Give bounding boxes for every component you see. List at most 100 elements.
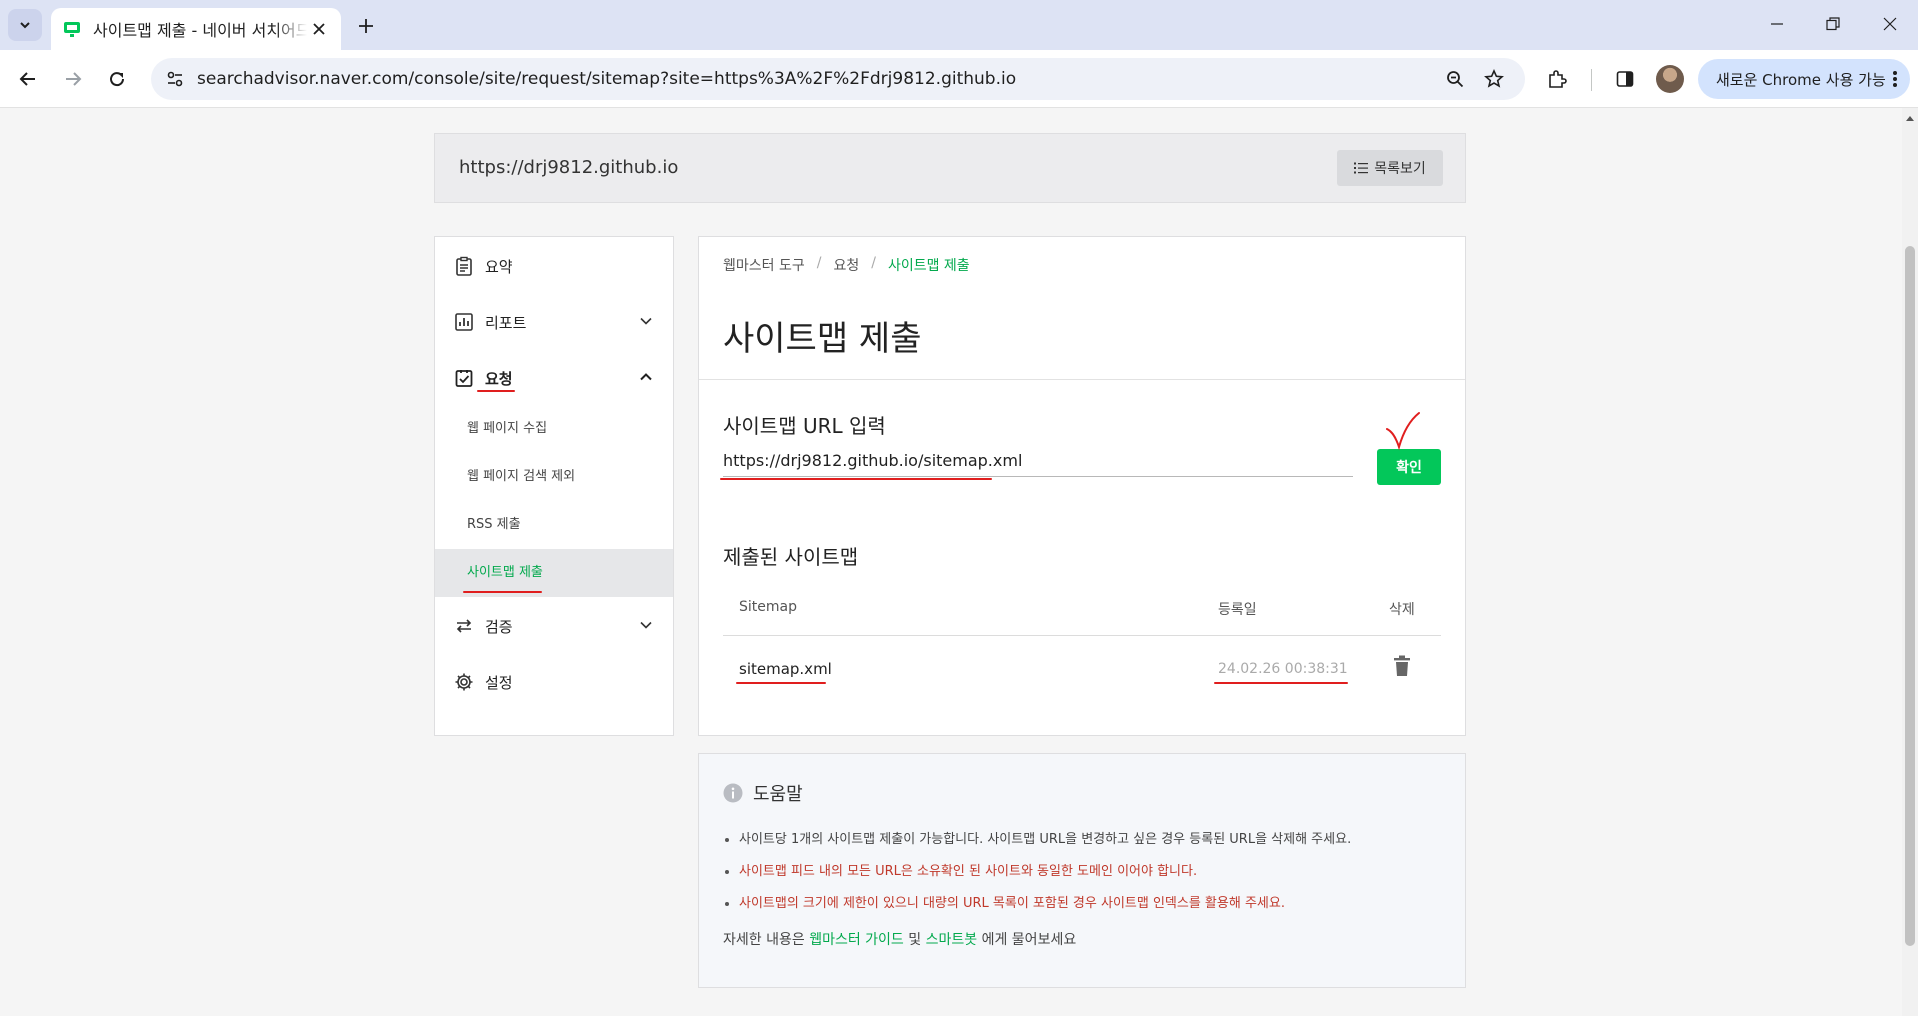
swap-icon (453, 615, 475, 637)
list-icon (1354, 162, 1369, 174)
star-icon (1484, 69, 1504, 88)
webmaster-guide-link[interactable]: 웹마스터 가이드 (809, 932, 904, 948)
column-header-sitemap: Sitemap (739, 599, 797, 615)
confirm-button[interactable]: 확인 (1377, 449, 1441, 485)
sitemap-name-cell: sitemap.xml (739, 660, 832, 678)
profile-avatar[interactable] (1656, 65, 1684, 93)
annotation-checkmark (1386, 412, 1420, 451)
chevron-down-icon (20, 22, 30, 29)
help-item-warning: 사이트맵 피드 내의 모든 URL은 소유확인 된 사이트와 동일한 도메인 이… (723, 856, 1351, 888)
help-more-prefix: 자세한 내용은 (723, 932, 805, 948)
breadcrumb-item[interactable]: 요청 (833, 255, 859, 275)
arrow-right-icon (66, 72, 82, 86)
tab-title: 사이트맵 제출 - 네이버 서치어드바이저 (93, 21, 307, 40)
breadcrumb-separator: / (871, 255, 876, 271)
address-bar[interactable]: searchadvisor.naver.com/console/site/req… (151, 58, 1525, 100)
minimize-icon (1771, 23, 1783, 25)
gear-icon (453, 671, 475, 693)
url-text[interactable]: searchadvisor.naver.com/console/site/req… (197, 58, 1016, 100)
new-tab-button[interactable] (352, 12, 380, 40)
sitemap-url-input[interactable] (723, 445, 1353, 477)
smartbot-link[interactable]: 스마트봇 (926, 932, 978, 948)
help-more: 자세한 내용은 웹마스터 가이드 및 스마트봇 에게 물어보세요 (723, 929, 1076, 949)
reload-icon (110, 72, 125, 87)
chevron-down-icon (640, 317, 652, 325)
info-icon (723, 783, 743, 803)
help-item: 사이트당 1개의 사이트맵 제출이 가능합니다. 사이트맵 URL을 변경하고 … (723, 824, 1351, 856)
site-url: https://drj9812.github.io (459, 157, 679, 178)
arrow-left-icon (19, 72, 35, 86)
site-header: https://drj9812.github.io 목록보기 (434, 133, 1466, 203)
restore-button[interactable] (1816, 8, 1850, 40)
plus-icon (359, 19, 373, 33)
close-window-button[interactable] (1873, 8, 1907, 40)
page-content: https://drj9812.github.io 목록보기 요약 리포트 요청 (0, 108, 1902, 1016)
bookmark-button[interactable] (1478, 63, 1510, 95)
breadcrumb-current: 사이트맵 제출 (887, 258, 970, 274)
sitemap-date-cell: 24.02.26 00:38:31 (1218, 661, 1348, 677)
sitemap-panel: 웹마스터 도구 / 요청 / 사이트맵 제출 사이트맵 제출 사이트맵 URL … (698, 236, 1466, 736)
breadcrumb-item[interactable]: 웹마스터 도구 (723, 255, 805, 275)
page-scrollbar[interactable] (1902, 108, 1918, 1016)
tune-icon (167, 71, 183, 87)
forward-button[interactable] (57, 63, 89, 95)
annotation-underline (477, 390, 515, 392)
help-item-warning: 사이트맵의 크기에 제한이 있으니 대량의 URL 목록이 포함된 경우 사이트… (723, 888, 1351, 920)
list-view-label: 목록보기 (1374, 161, 1426, 177)
scroll-up-arrow[interactable] (1906, 116, 1914, 121)
back-button[interactable] (12, 63, 44, 95)
sidebar-label-verify: 검증 (485, 617, 513, 636)
puzzle-icon (1549, 70, 1567, 88)
sidebar-item-summary[interactable]: 요약 (435, 241, 673, 291)
help-more-and: 및 (908, 932, 922, 948)
site-info-button[interactable] (159, 63, 191, 95)
extensions-button[interactable] (1541, 63, 1573, 95)
active-tab[interactable]: 사이트맵 제출 - 네이버 서치어드바이저 (51, 8, 341, 50)
restore-icon (1826, 17, 1840, 31)
help-list: 사이트당 1개의 사이트맵 제출이 가능합니다. 사이트맵 URL을 변경하고 … (723, 824, 1351, 920)
sidebar-subitem-crawl[interactable]: 웹 페이지 수집 (435, 405, 673, 453)
column-header-delete: 삭제 (1389, 602, 1415, 618)
tab-close-button[interactable] (309, 19, 329, 39)
sidebar-subitem-sitemap[interactable]: 사이트맵 제출 (435, 549, 673, 597)
chevron-up-icon (640, 373, 652, 381)
page-title: 사이트맵 제출 (723, 319, 922, 359)
close-icon (313, 23, 325, 35)
sidebar-item-report[interactable]: 리포트 (435, 297, 673, 347)
divider (699, 379, 1465, 380)
sidebar-item-request[interactable]: 요청 (435, 353, 673, 403)
naver-monitor-icon (64, 22, 80, 37)
sidebar-subitem-rss[interactable]: RSS 제출 (435, 501, 673, 549)
sitemap-url-label: 사이트맵 URL 입력 (723, 414, 886, 438)
breadcrumb: 웹마스터 도구 / 요청 / 사이트맵 제출 (723, 255, 970, 275)
sidebar-label-settings: 설정 (485, 673, 513, 692)
close-icon (1883, 17, 1897, 31)
sidebar-subitem-exclude[interactable]: 웹 페이지 검색 제외 (435, 453, 673, 501)
more-vertical-icon (1893, 71, 1897, 87)
annotation-underline (736, 682, 826, 684)
tab-search-button[interactable] (8, 9, 42, 41)
trash-icon[interactable] (1393, 654, 1411, 678)
sidebar-item-verify[interactable]: 검증 (435, 601, 673, 651)
zoom-out-icon (1447, 71, 1464, 88)
table-header-divider (723, 635, 1441, 636)
reload-button[interactable] (101, 63, 133, 95)
column-header-date: 등록일 (1218, 602, 1257, 618)
clipboard-check-icon (453, 367, 475, 389)
submitted-sitemap-label: 제출된 사이트맵 (723, 545, 859, 569)
toolbar-divider (1591, 69, 1592, 91)
scrollbar-thumb[interactable] (1905, 246, 1915, 946)
sidebar-item-settings[interactable]: 설정 (435, 657, 673, 707)
help-box: 도움말 사이트당 1개의 사이트맵 제출이 가능합니다. 사이트맵 URL을 변… (698, 753, 1466, 988)
minimize-button[interactable] (1760, 8, 1794, 40)
chrome-update-button[interactable]: 새로운 Chrome 사용 가능 (1698, 59, 1910, 99)
clipboard-icon (453, 255, 475, 277)
zoom-button[interactable] (1439, 63, 1471, 95)
browser-toolbar: searchadvisor.naver.com/console/site/req… (0, 50, 1918, 108)
list-view-button[interactable]: 목록보기 (1337, 150, 1443, 186)
chevron-down-icon (640, 621, 652, 629)
annotation-underline (463, 591, 542, 593)
side-panel-button[interactable] (1609, 63, 1641, 95)
sidebar-label-request: 요청 (485, 369, 513, 388)
annotation-underline (720, 478, 992, 480)
